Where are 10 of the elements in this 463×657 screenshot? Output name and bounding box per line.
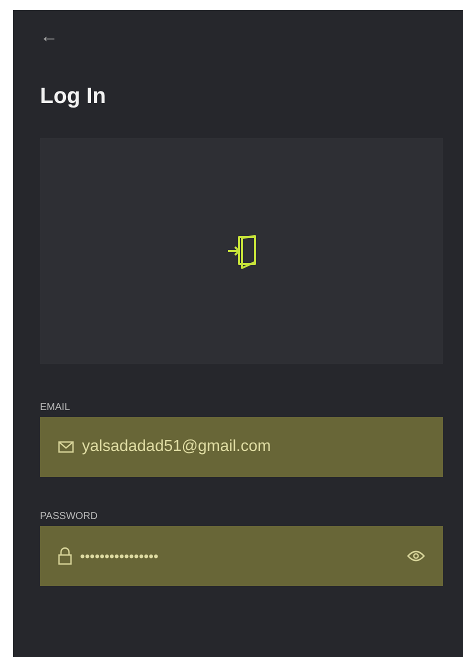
page-title: Log In bbox=[40, 82, 107, 110]
lock-icon bbox=[58, 547, 72, 565]
door-entry-icon bbox=[226, 232, 256, 270]
envelope-icon bbox=[58, 441, 74, 453]
eye-icon[interactable] bbox=[407, 550, 425, 562]
back-button[interactable]: ← bbox=[40, 26, 58, 46]
field-label: EMAIL bbox=[40, 402, 72, 414]
field-label: PASSWORD bbox=[40, 511, 99, 523]
password-field[interactable]: •••••••••••••••• bbox=[40, 526, 443, 586]
email-field[interactable]: yalsadadad51@gmail.com bbox=[40, 417, 443, 477]
